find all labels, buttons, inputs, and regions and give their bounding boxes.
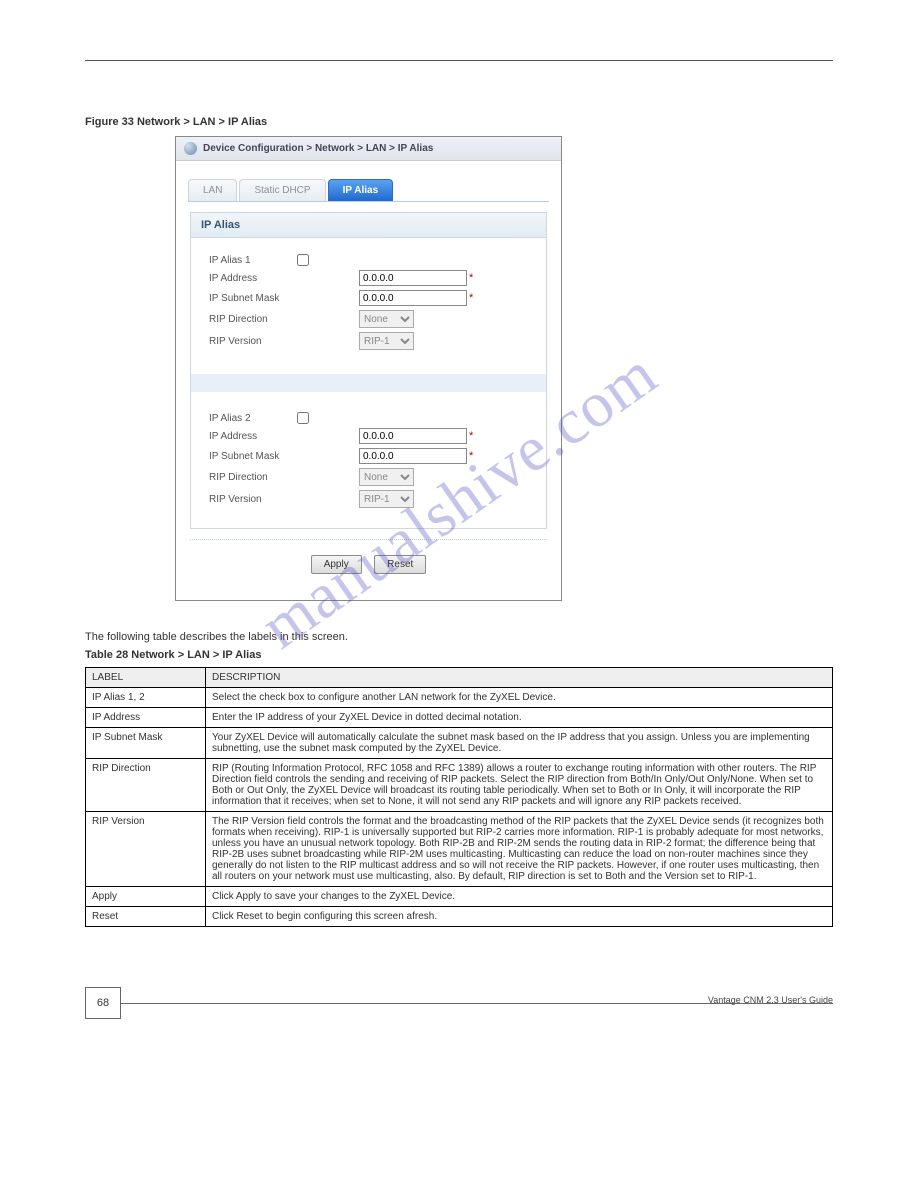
- table-caption: Table 28 Network > LAN > IP Alias: [85, 649, 833, 661]
- ip-alias-2-label: IP Alias 2: [209, 413, 359, 424]
- rip-ver-2-label: RIP Version: [209, 494, 359, 505]
- rip-dir-1-select[interactable]: None: [359, 310, 414, 328]
- globe-icon: [184, 142, 197, 155]
- ip-address-2-label: IP Address: [209, 431, 359, 442]
- ip-address-1-label: IP Address: [209, 273, 359, 284]
- required-marker: *: [469, 450, 473, 462]
- apply-button[interactable]: Apply: [311, 555, 362, 574]
- ip-alias-2-checkbox[interactable]: [297, 412, 309, 424]
- subnet-1-label: IP Subnet Mask: [209, 293, 359, 304]
- breadcrumb-bar: Device Configuration > Network > LAN > I…: [176, 137, 561, 161]
- subnet-2-input[interactable]: [359, 448, 467, 464]
- rip-ver-1-select[interactable]: RIP-1: [359, 332, 414, 350]
- table-intro: The following table describes the labels…: [85, 631, 833, 643]
- table-row: IP Alias 1, 2Select the check box to con…: [86, 688, 833, 708]
- screenshot: Device Configuration > Network > LAN > I…: [175, 136, 562, 601]
- top-divider: [85, 60, 833, 61]
- table-row: IP AddressEnter the IP address of your Z…: [86, 708, 833, 728]
- divider-band: [191, 374, 546, 392]
- ip-alias-1-label: IP Alias 1: [209, 255, 359, 266]
- subnet-2-label: IP Subnet Mask: [209, 451, 359, 462]
- rip-ver-2-select[interactable]: RIP-1: [359, 490, 414, 508]
- table-row: IP Subnet MaskYour ZyXEL Device will aut…: [86, 728, 833, 759]
- rip-ver-1-label: RIP Version: [209, 336, 359, 347]
- alias2-block: IP Alias 2 IP Address * IP Subnet Mask *: [191, 396, 546, 528]
- required-marker: *: [469, 272, 473, 284]
- table-row: ApplyClick Apply to save your changes to…: [86, 887, 833, 907]
- description-table: LABEL DESCRIPTION IP Alias 1, 2Select th…: [85, 667, 833, 927]
- reset-button[interactable]: Reset: [374, 555, 426, 574]
- subnet-1-input[interactable]: [359, 290, 467, 306]
- tab-lan[interactable]: LAN: [188, 179, 237, 201]
- tab-ip-alias[interactable]: IP Alias: [328, 179, 394, 201]
- rip-dir-1-label: RIP Direction: [209, 314, 359, 325]
- tab-static-dhcp[interactable]: Static DHCP: [239, 179, 325, 201]
- required-marker: *: [469, 430, 473, 442]
- th-description: DESCRIPTION: [206, 668, 833, 688]
- ip-address-1-input[interactable]: [359, 270, 467, 286]
- table-row: RIP VersionThe RIP Version field control…: [86, 812, 833, 887]
- alias1-block: IP Alias 1 IP Address * IP Subnet Mask *: [191, 238, 546, 370]
- rip-dir-2-label: RIP Direction: [209, 472, 359, 483]
- footer-text: Vantage CNM 2.3 User's Guide: [708, 995, 833, 1005]
- table-row: RIP DirectionRIP (Routing Information Pr…: [86, 759, 833, 812]
- ip-address-2-input[interactable]: [359, 428, 467, 444]
- breadcrumb-text: Device Configuration > Network > LAN > I…: [203, 143, 433, 154]
- page-number: 68: [85, 987, 121, 1019]
- tabs-row: LAN Static DHCP IP Alias: [176, 161, 561, 202]
- figure-label: Figure 33 Network > LAN > IP Alias: [85, 116, 833, 128]
- table-row: ResetClick Reset to begin configuring th…: [86, 907, 833, 927]
- section-title: IP Alias: [191, 213, 546, 238]
- ip-alias-panel: IP Alias IP Alias 1 IP Address * IP Subn…: [190, 212, 547, 529]
- required-marker: *: [469, 292, 473, 304]
- rip-dir-2-select[interactable]: None: [359, 468, 414, 486]
- th-label: LABEL: [86, 668, 206, 688]
- button-row: Apply Reset: [190, 539, 547, 590]
- ip-alias-1-checkbox[interactable]: [297, 254, 309, 266]
